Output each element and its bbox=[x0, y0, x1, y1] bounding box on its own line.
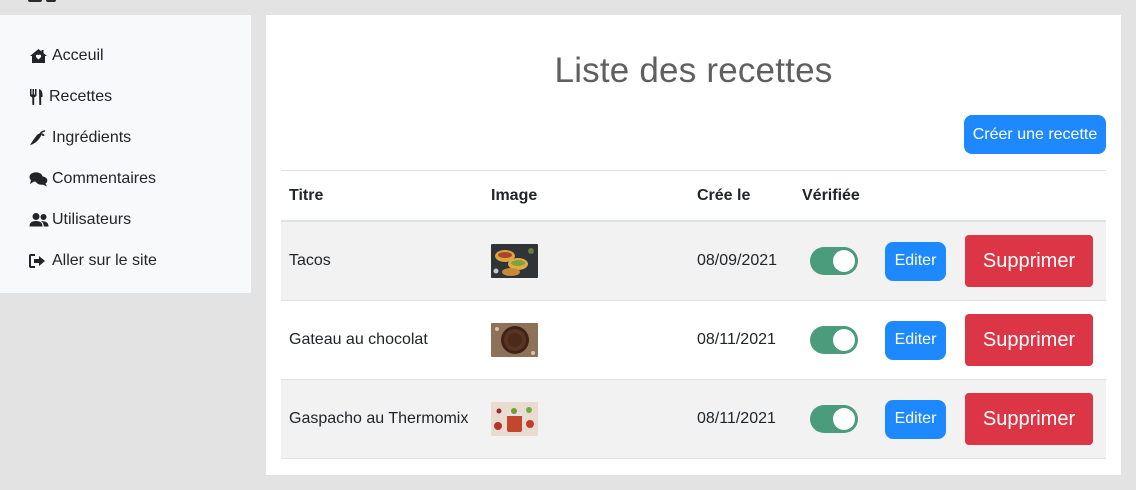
table-row: Gaspacho au Thermomix 08/11/2021 Editer … bbox=[281, 380, 1106, 459]
column-header-date: Crée le bbox=[697, 186, 751, 204]
delete-button[interactable]: Supprimer bbox=[965, 235, 1093, 287]
sidebar-item-label: Ingrédients bbox=[52, 128, 132, 146]
table-header: Titre Image Crée le Vérifiée bbox=[281, 170, 1106, 222]
created-date: 08/09/2021 bbox=[697, 252, 778, 269]
utensils-icon bbox=[29, 88, 46, 105]
toggle-knob bbox=[833, 250, 855, 272]
sidebar-item-recettes[interactable]: Recettes bbox=[0, 76, 251, 117]
recipe-title: Gateau au chocolat bbox=[289, 331, 428, 348]
sidebar: Acceuil Recettes Ingrédients Commentaire… bbox=[0, 15, 251, 293]
verified-toggle[interactable] bbox=[810, 326, 858, 354]
delete-button[interactable]: Supprimer bbox=[965, 393, 1093, 445]
sidebar-item-label: Commentaires bbox=[52, 169, 157, 187]
edit-button[interactable]: Editer bbox=[885, 241, 946, 281]
toggle-knob bbox=[833, 329, 855, 351]
main-content: Liste des recettes Créer une recette Tit… bbox=[266, 15, 1121, 475]
sidebar-item-label: Aller sur le site bbox=[52, 251, 157, 269]
recipe-title: Tacos bbox=[289, 252, 331, 269]
table-row: Gateau au chocolat 08/11/2021 Editer Sup… bbox=[281, 301, 1106, 380]
column-header-image: Image bbox=[491, 186, 538, 204]
sidebar-item-aller-sur-le-site[interactable]: Aller sur le site bbox=[0, 240, 251, 281]
toggle-knob bbox=[833, 408, 855, 430]
sidebar-item-label: Recettes bbox=[49, 87, 113, 105]
created-date: 08/11/2021 bbox=[697, 410, 776, 427]
verified-toggle[interactable] bbox=[810, 405, 858, 433]
column-header-verifiee: Vérifiée bbox=[802, 186, 860, 204]
page-title: Liste des recettes bbox=[554, 51, 833, 90]
pepper-icon bbox=[29, 129, 49, 146]
sidebar-item-ingredients[interactable]: Ingrédients bbox=[0, 117, 251, 158]
recipes-table: Titre Image Crée le Vérifiée Tacos 08/09… bbox=[281, 170, 1106, 459]
verified-toggle[interactable] bbox=[810, 247, 858, 275]
users-icon bbox=[29, 212, 49, 228]
comments-icon bbox=[29, 171, 49, 187]
chocolate-cake-thumbnail bbox=[491, 323, 538, 357]
tacos-thumbnail bbox=[491, 244, 538, 278]
cut-off-header-text bbox=[28, 0, 76, 4]
edit-button[interactable]: Editer bbox=[885, 399, 946, 439]
sidebar-item-label: Acceuil bbox=[52, 46, 104, 64]
delete-button[interactable]: Supprimer bbox=[965, 314, 1093, 366]
sidebar-item-commentaires[interactable]: Commentaires bbox=[0, 158, 251, 199]
gazpacho-thumbnail bbox=[491, 402, 538, 436]
column-header-titre: Titre bbox=[289, 186, 324, 204]
edit-button[interactable]: Editer bbox=[885, 320, 946, 360]
table-row: Tacos 08/09/2021 Editer Supprimer bbox=[281, 222, 1106, 301]
sidebar-item-acceuil[interactable]: Acceuil bbox=[0, 35, 251, 76]
home-icon bbox=[29, 48, 49, 64]
sidebar-item-utilisateurs[interactable]: Utilisateurs bbox=[0, 199, 251, 240]
sidebar-item-label: Utilisateurs bbox=[52, 210, 132, 228]
recipe-title: Gaspacho au Thermomix bbox=[289, 410, 469, 427]
create-recipe-button[interactable]: Créer une recette bbox=[964, 115, 1106, 154]
created-date: 08/11/2021 bbox=[697, 331, 776, 348]
sign-out-icon bbox=[29, 253, 49, 269]
